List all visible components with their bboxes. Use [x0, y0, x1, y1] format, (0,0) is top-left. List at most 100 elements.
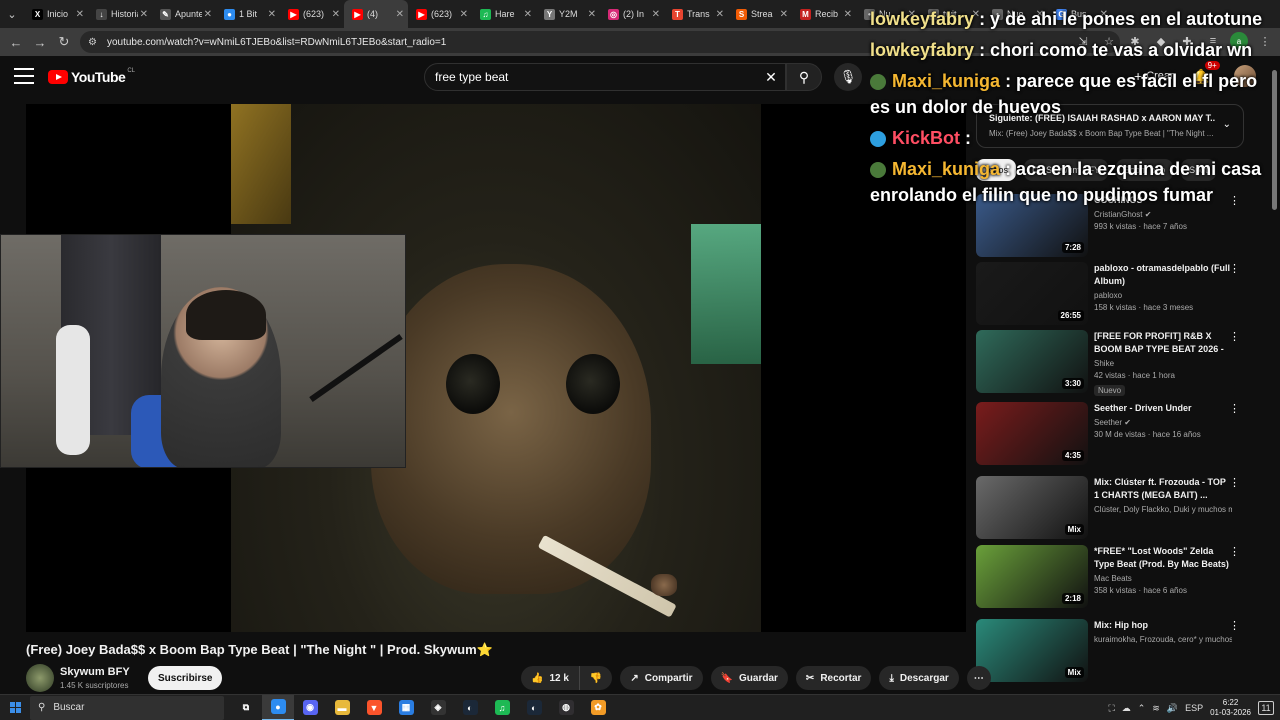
cloud-icon[interactable]: ☁	[1122, 703, 1131, 714]
dislike-button[interactable]: 👎	[578, 666, 613, 690]
back-icon[interactable]: ←	[4, 30, 28, 54]
browser-tab[interactable]: ♫ Hare ✕	[472, 0, 536, 28]
recommendation-item[interactable]: 4:35 Seether - Driven Under Seether ✔ 30 M …	[976, 402, 1246, 466]
share-button[interactable]: ↗ Compartir	[620, 666, 703, 690]
video-thumbnail[interactable]: 3:30	[976, 330, 1088, 393]
channel-name[interactable]: Seether ✔	[1094, 418, 1232, 427]
forward-icon[interactable]: →	[28, 30, 52, 54]
recommendation-item[interactable]: Mix Mix: Hip hop kuraimokha, Frozouda, cer…	[976, 619, 1246, 683]
close-tab-icon[interactable]: ✕	[844, 9, 852, 20]
taskbar-app[interactable]: ◉	[294, 695, 326, 720]
taskbar-app[interactable]: ✿	[582, 695, 614, 720]
close-tab-icon[interactable]: ✕	[460, 9, 468, 20]
channel-name[interactable]: Shike	[1094, 359, 1232, 368]
tab-search-dropdown-icon[interactable]: ⌄	[0, 0, 24, 28]
language-indicator[interactable]: ESP	[1185, 703, 1203, 713]
site-info-icon[interactable]: ⚙	[88, 37, 97, 48]
download-button[interactable]: ⤓ Descargar	[879, 666, 959, 690]
recommendation-item[interactable]: 3:30 [FREE FOR PROFIT] R&B X BOOM BAP TYP…	[976, 330, 1246, 396]
close-tab-icon[interactable]: ✕	[204, 9, 212, 20]
browser-tab[interactable]: M Recib ✕	[792, 0, 856, 28]
taskbar-app[interactable]: ▼	[358, 695, 390, 720]
scrollbar[interactable]	[1272, 70, 1277, 210]
close-tab-icon[interactable]: ✕	[652, 9, 660, 20]
browser-tab[interactable]: ▶ (623) ✕	[408, 0, 472, 28]
taskbar-app[interactable]: ▦	[390, 695, 422, 720]
browser-tab[interactable]: ↓ Historial✕	[88, 0, 152, 28]
search-button[interactable]: ⚲	[786, 63, 822, 91]
clock[interactable]: 6:22 01-03-2026	[1210, 698, 1251, 718]
menu-icon[interactable]	[14, 68, 34, 84]
close-tab-icon[interactable]: ✕	[396, 9, 404, 20]
chevron-up-icon[interactable]: ⌃	[1138, 703, 1146, 714]
close-tab-icon[interactable]: ✕	[588, 9, 596, 20]
taskbar-app[interactable]: ⧉	[230, 695, 262, 720]
video-thumbnail[interactable]: 4:35	[976, 402, 1088, 465]
more-options-icon[interactable]: ⋮	[1229, 476, 1240, 489]
clip-button[interactable]: ✂ Recortar	[795, 666, 872, 690]
video-thumbnail[interactable]: 2:18	[976, 545, 1088, 608]
browser-tab[interactable]: T Trans ✕	[664, 0, 728, 28]
video-title[interactable]: Seether - Driven Under	[1094, 402, 1232, 415]
browser-tab[interactable]: ▶ (623) ✕	[280, 0, 344, 28]
volume-icon[interactable]: 🔊	[1167, 703, 1178, 714]
wifi-icon[interactable]: ≋	[1152, 703, 1160, 714]
taskbar-app[interactable]: ♫	[486, 695, 518, 720]
channel-avatar[interactable]	[26, 664, 54, 692]
more-actions-button[interactable]: ⋯	[966, 666, 991, 690]
browser-tab[interactable]: Y Y2M ✕	[536, 0, 600, 28]
close-tab-icon[interactable]: ✕	[268, 9, 276, 20]
subscribe-button[interactable]: Suscribirse	[148, 666, 223, 690]
taskbar-search[interactable]: ⚲ Buscar	[30, 695, 224, 720]
taskbar-app[interactable]: ◐	[454, 695, 486, 720]
taskbar-app[interactable]: ◐	[518, 695, 550, 720]
video-title[interactable]: Mix: Clúster ft. Frozouda - TOP 1 CHARTS…	[1094, 476, 1232, 502]
video-title[interactable]: pabloxo - otramasdelpablo (Full Album)	[1094, 262, 1232, 288]
network-icon[interactable]: ⛶	[1108, 703, 1114, 714]
recommendation-item[interactable]: Mix Mix: Clúster ft. Frozouda - TOP 1 CHA…	[976, 476, 1246, 540]
close-tab-icon[interactable]: ✕	[716, 9, 724, 20]
clear-search-icon[interactable]: ✕	[757, 69, 785, 86]
taskbar-app[interactable]: ●	[262, 694, 294, 720]
more-options-icon[interactable]: ⋮	[1229, 545, 1240, 558]
channel-name[interactable]: Skywum BFY	[60, 666, 130, 678]
save-button[interactable]: 🔖 Guardar	[710, 666, 788, 690]
close-tab-icon[interactable]: ✕	[140, 9, 148, 20]
video-thumbnail[interactable]: Mix	[976, 476, 1088, 539]
reload-icon[interactable]: ↻	[52, 30, 76, 54]
close-tab-icon[interactable]: ✕	[780, 9, 788, 20]
video-thumbnail[interactable]: Mix	[976, 619, 1088, 682]
video-thumbnail[interactable]: 26:55	[976, 262, 1088, 325]
video-title[interactable]: Mix: Hip hop	[1094, 619, 1232, 632]
more-options-icon[interactable]: ⋮	[1229, 262, 1240, 275]
like-button[interactable]: 👍 12 k	[521, 666, 579, 690]
start-button[interactable]	[0, 695, 30, 720]
more-options-icon[interactable]: ⋮	[1229, 619, 1240, 632]
channel-name[interactable]: pabloxo	[1094, 291, 1232, 300]
recommendation-item[interactable]: 26:55 pabloxo - otramasdelpablo (Full Alb…	[976, 262, 1246, 326]
channel-name[interactable]: Mac Beats	[1094, 574, 1232, 583]
browser-tab[interactable]: ✎ Apuntes✕	[152, 0, 216, 28]
close-tab-icon[interactable]: ✕	[524, 9, 532, 20]
taskbar-app[interactable]: ◈	[422, 695, 454, 720]
browser-tab[interactable]: ● 1 Bit ✕	[216, 0, 280, 28]
notification-center-icon[interactable]: 11	[1258, 701, 1274, 715]
taskbar-app[interactable]: ▬	[326, 695, 358, 720]
voice-search-button[interactable]: 🎙	[834, 63, 862, 91]
search-input[interactable]: free type beat ✕	[424, 63, 786, 91]
close-tab-icon[interactable]: ✕	[332, 9, 340, 20]
channel-name[interactable]: Clúster, Doly Flackko, Duki y muchos más	[1094, 505, 1232, 514]
more-options-icon[interactable]: ⋮	[1229, 402, 1240, 415]
youtube-logo[interactable]: YouTube CL	[48, 68, 135, 85]
video-title[interactable]: [FREE FOR PROFIT] R&B X BOOM BAP TYPE BE…	[1094, 330, 1232, 356]
browser-tab[interactable]: X Inicio ✕	[24, 0, 88, 28]
recommendation-item[interactable]: 2:18 *FREE* "Lost Woods" Zelda Type Beat …	[976, 545, 1246, 609]
browser-tab[interactable]: ◎ (2) In ✕	[600, 0, 664, 28]
channel-name[interactable]: kuraimokha, Frozouda, cero* y muchos ...	[1094, 635, 1232, 644]
taskbar-app[interactable]: ◍	[550, 695, 582, 720]
close-tab-icon[interactable]: ✕	[76, 9, 84, 20]
browser-tab[interactable]: S Strea ✕	[728, 0, 792, 28]
browser-tab[interactable]: ▶ (4) ✕	[344, 0, 408, 28]
video-title[interactable]: *FREE* "Lost Woods" Zelda Type Beat (Pro…	[1094, 545, 1232, 571]
more-options-icon[interactable]: ⋮	[1229, 330, 1240, 343]
